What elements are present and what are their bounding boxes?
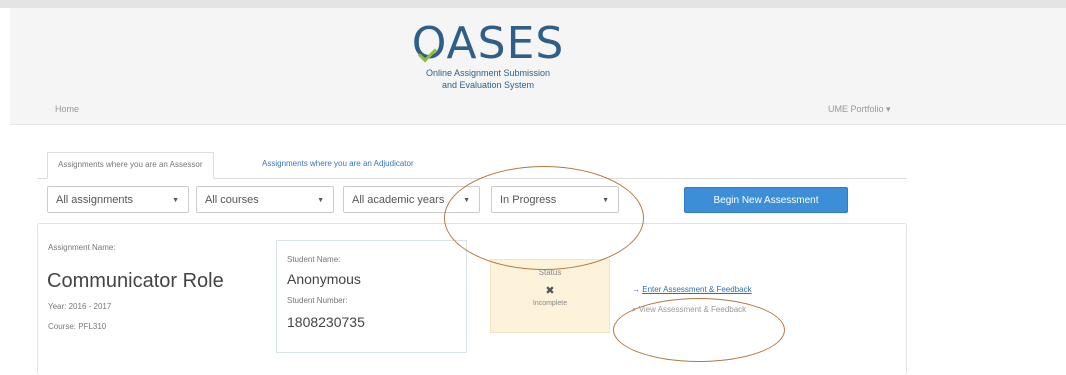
assignment-name-label: Assignment Name: — [48, 243, 116, 252]
top-strip — [0, 0, 1066, 8]
view-assessment-link-text: View Assessment & Feedback — [638, 305, 747, 314]
academic-years-filter-value: All academic years — [352, 194, 445, 206]
courses-filter-value: All courses — [205, 194, 259, 206]
assignment-name: Communicator Role — [47, 270, 224, 292]
status-filter-select[interactable]: In Progress ▼ — [491, 186, 619, 213]
arrow-right-icon: → — [632, 285, 640, 294]
student-number-label: Student Number: — [287, 296, 348, 305]
status-value: Incomplete — [532, 300, 568, 307]
oases-logo: OASES Online Assignment Submission and E… — [388, 18, 588, 91]
nav-portfolio-dropdown[interactable]: UME Portfolio ▾ — [828, 104, 891, 115]
caret-down-icon: ▼ — [317, 197, 324, 204]
status-filter-value: In Progress — [500, 194, 557, 206]
caret-down-icon: ▼ — [172, 197, 179, 204]
assignment-card — [37, 223, 907, 375]
status-label: Status — [538, 268, 562, 277]
caret-down-icon: ▼ — [602, 197, 609, 204]
view-assessment-link[interactable]: ⌕ View Assessment & Feedback — [632, 305, 746, 315]
caret-down-icon: ▼ — [463, 197, 470, 204]
logo-wordmark: OASES — [411, 18, 565, 69]
status-badge: Status ✖ Incomplete — [490, 259, 610, 333]
assignment-year: Year: 2016 - 2017 — [48, 302, 112, 311]
student-number: 1808230735 — [287, 314, 365, 330]
enter-assessment-link[interactable]: → Enter Assessment & Feedback — [632, 285, 752, 294]
academic-years-filter-select[interactable]: All academic years ▼ — [343, 186, 480, 213]
enter-assessment-link-text: Enter Assessment & Feedback — [642, 285, 752, 294]
assignments-filter-value: All assignments — [56, 194, 134, 206]
begin-new-assessment-button[interactable]: Begin New Assessment — [684, 187, 848, 213]
tab-adjudicator[interactable]: Assignments where you are an Adjudicator — [252, 152, 424, 177]
assignments-filter-select[interactable]: All assignments ▼ — [47, 186, 189, 213]
courses-filter-select[interactable]: All courses ▼ — [196, 186, 334, 213]
page-header: OASES Online Assignment Submission and E… — [10, 8, 1066, 125]
magnifier-icon: ⌕ — [632, 305, 637, 314]
assignment-tabs: Assignments where you are an Assessor As… — [37, 152, 907, 179]
logo-subtitle-line1: Online Assignment Submission — [425, 68, 551, 78]
logo-subtitle-line2: and Evaluation System — [441, 80, 535, 90]
student-name: Anonymous — [287, 271, 361, 287]
close-icon: ✖ — [545, 285, 555, 297]
tab-assessor[interactable]: Assignments where you are an Assessor — [47, 152, 214, 179]
nav-home-link[interactable]: Home — [55, 104, 79, 114]
assignment-course: Course: PFL310 — [48, 322, 107, 331]
student-name-label: Student Name: — [287, 255, 341, 264]
